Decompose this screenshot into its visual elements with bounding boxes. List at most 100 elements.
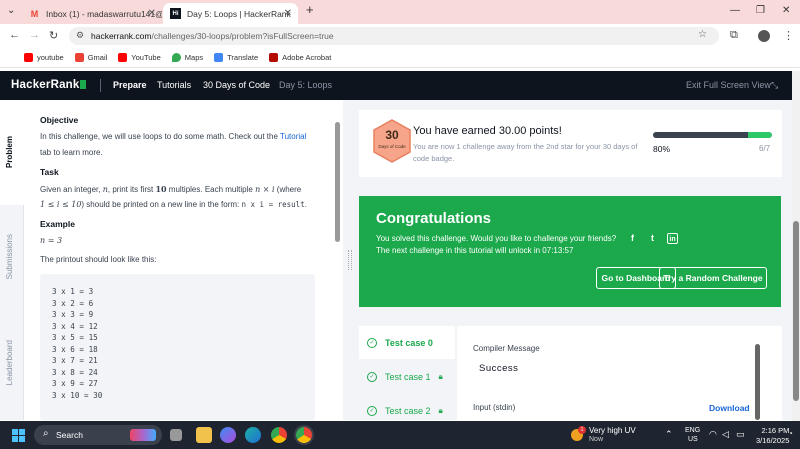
- restore-icon[interactable]: ❐: [756, 5, 765, 16]
- test-case-2[interactable]: ✓ Test case 2 🔒︎: [359, 394, 455, 420]
- bookmark-youtube-2[interactable]: YouTube: [118, 53, 161, 62]
- code-line: 3 x 7 = 21: [52, 356, 98, 365]
- back-icon[interactable]: ←: [9, 29, 20, 41]
- copilot-icon[interactable]: [220, 427, 236, 443]
- collapse-icon[interactable]: ⤡: [771, 80, 778, 91]
- bookmark-youtube[interactable]: youtube: [24, 53, 64, 62]
- windows-start-icon[interactable]: [12, 429, 25, 442]
- keyboard-layout: US: [688, 436, 698, 443]
- next-challenge-timer: The next challenge in this tutorial will…: [376, 246, 574, 255]
- linkedin-icon[interactable]: in: [667, 233, 678, 244]
- language-indicator[interactable]: ENG: [685, 427, 700, 434]
- download-link[interactable]: Download: [709, 403, 750, 413]
- new-tab-icon[interactable]: +: [306, 2, 314, 17]
- gmail-icon: M: [30, 8, 39, 19]
- close-icon[interactable]: ✕: [148, 8, 156, 19]
- hackerrank-logo[interactable]: HackerRank: [11, 79, 87, 91]
- minimize-icon[interactable]: —: [730, 5, 740, 16]
- code-line: 3 x 10 = 30: [52, 391, 103, 400]
- results-pane: 30 Days of Code You have earned 30.00 po…: [357, 100, 792, 420]
- address-bar[interactable]: ⚙ hackerrank.com/challenges/30-loops/pro…: [69, 27, 719, 45]
- reload-icon[interactable]: ↻: [49, 29, 58, 42]
- maps-pin-icon: [171, 53, 181, 62]
- code-line: 3 x 3 = 9: [52, 310, 94, 319]
- example-value: n = 3: [40, 236, 63, 245]
- try-random-challenge-button[interactable]: Try a Random Challenge: [659, 267, 767, 289]
- file-explorer-icon[interactable]: [196, 427, 212, 443]
- task-heading: Task: [40, 167, 59, 177]
- points-card: 30 Days of Code You have earned 30.00 po…: [359, 110, 782, 177]
- system-clock[interactable]: 2:16 PM 3/16/2025: [756, 426, 789, 446]
- tab-search-icon[interactable]: ⌄: [7, 5, 15, 16]
- pane-splitter[interactable]: [343, 100, 357, 420]
- profile-avatar-icon[interactable]: [758, 30, 770, 42]
- test-case-1[interactable]: ✓ Test case 1 🔒︎: [359, 360, 455, 393]
- congratulations-banner: Congratulations You solved this challeng…: [359, 196, 781, 307]
- bookmark-translate[interactable]: Translate: [214, 53, 258, 62]
- check-circle-icon: ✓: [367, 371, 377, 382]
- bookmark-adobe-acrobat[interactable]: Adobe Acrobat: [269, 53, 331, 62]
- chrome-active-icon[interactable]: [296, 427, 312, 443]
- hackerrank-icon: Hi: [170, 8, 181, 19]
- test-case-0[interactable]: ✓ Test case 0: [359, 326, 455, 359]
- test-case-scrollbar[interactable]: [755, 336, 760, 420]
- notification-bell-icon[interactable]: ◔: [788, 429, 793, 438]
- tab-submissions[interactable]: Submissions: [5, 234, 14, 279]
- objective-text-2: tab to learn more.: [40, 148, 103, 157]
- menu-kebab-icon[interactable]: ⋮: [783, 29, 794, 42]
- stdin-label: Input (stdin): [473, 403, 516, 412]
- congrats-message: You solved this challenge. Would you lik…: [376, 234, 617, 243]
- tab-gmail[interactable]: M Inbox (1) - madaswarrutu141@ ✕: [22, 3, 162, 24]
- bookmark-gmail[interactable]: Gmail: [74, 53, 107, 62]
- exit-fullscreen-link[interactable]: Exit Full Screen View: [686, 80, 771, 90]
- close-icon[interactable]: ✕: [284, 8, 292, 19]
- chevron-up-icon[interactable]: ⌃: [665, 429, 673, 440]
- acrobat-icon: [269, 53, 279, 62]
- check-circle-icon: ✓: [367, 405, 377, 416]
- task-view-icon[interactable]: [170, 429, 182, 441]
- forward-icon[interactable]: →: [29, 29, 40, 41]
- site-info-icon[interactable]: ⚙: [76, 30, 84, 41]
- points-subtext: You are now 1 challenge away from the 2n…: [413, 142, 638, 163]
- code-line: 3 x 2 = 6: [52, 299, 94, 308]
- tutorial-link[interactable]: Tutorial: [280, 132, 306, 141]
- task-text: Given an integer, n, print its first 10 …: [40, 184, 302, 194]
- points-earned-text: You have earned 30.00 points!: [413, 125, 562, 137]
- test-case-list: ✓ Test case 0 ✓ Test case 1 🔒︎ ✓ Test ca…: [359, 326, 455, 420]
- page-scrollbar[interactable]: [792, 71, 800, 421]
- congrats-title: Congratulations: [376, 210, 491, 227]
- header-divider: [100, 79, 101, 92]
- chrome-icon[interactable]: [271, 427, 287, 443]
- facebook-icon[interactable]: f: [627, 233, 638, 244]
- tab-leaderboard[interactable]: Leaderboard: [5, 340, 14, 385]
- task-text-2: 1 ≤ i ≤ 10) should be printed on a new l…: [40, 200, 307, 209]
- nav-day5-loops[interactable]: Day 5: Loops: [279, 80, 332, 90]
- wifi-icon[interactable]: ◠: [709, 429, 717, 440]
- close-window-icon[interactable]: ✕: [782, 5, 790, 16]
- badge-number: 30: [385, 128, 399, 142]
- battery-icon[interactable]: ▭: [736, 429, 745, 440]
- test-case-detail: Compiler Message Success Input (stdin) D…: [457, 326, 782, 420]
- tab-problem[interactable]: Problem: [5, 136, 14, 168]
- problem-description: Objective In this challenge, we will use…: [24, 100, 342, 420]
- bookmark-maps[interactable]: Maps: [171, 53, 203, 62]
- code-line: 3 x 5 = 15: [52, 333, 98, 342]
- nav-prepare[interactable]: Prepare: [113, 80, 147, 90]
- twitter-icon[interactable]: t: [647, 233, 658, 244]
- edge-icon[interactable]: [245, 427, 261, 443]
- tab-hackerrank[interactable]: Hi Day 5: Loops | HackerRank ✕: [163, 3, 298, 24]
- taskbar-search[interactable]: ⌕ Search: [34, 425, 162, 445]
- gmail-icon: [74, 53, 84, 62]
- nav-30-days-of-code[interactable]: 30 Days of Code: [203, 80, 270, 90]
- tab-title: Day 5: Loops | HackerRank: [187, 8, 291, 19]
- example-heading: Example: [40, 219, 75, 229]
- objective-text: In this challenge, we will use loops to …: [40, 132, 307, 141]
- nav-tutorials[interactable]: Tutorials: [157, 80, 191, 90]
- code-line: 3 x 9 = 27: [52, 379, 98, 388]
- extensions-icon[interactable]: ⧉: [730, 29, 738, 42]
- progress-percent: 80%: [653, 144, 671, 154]
- bookmark-star-icon[interactable]: ☆: [698, 29, 707, 40]
- speaker-icon[interactable]: ◁: [722, 429, 729, 440]
- problem-scrollbar[interactable]: [335, 102, 340, 414]
- youtube-icon: [24, 53, 33, 62]
